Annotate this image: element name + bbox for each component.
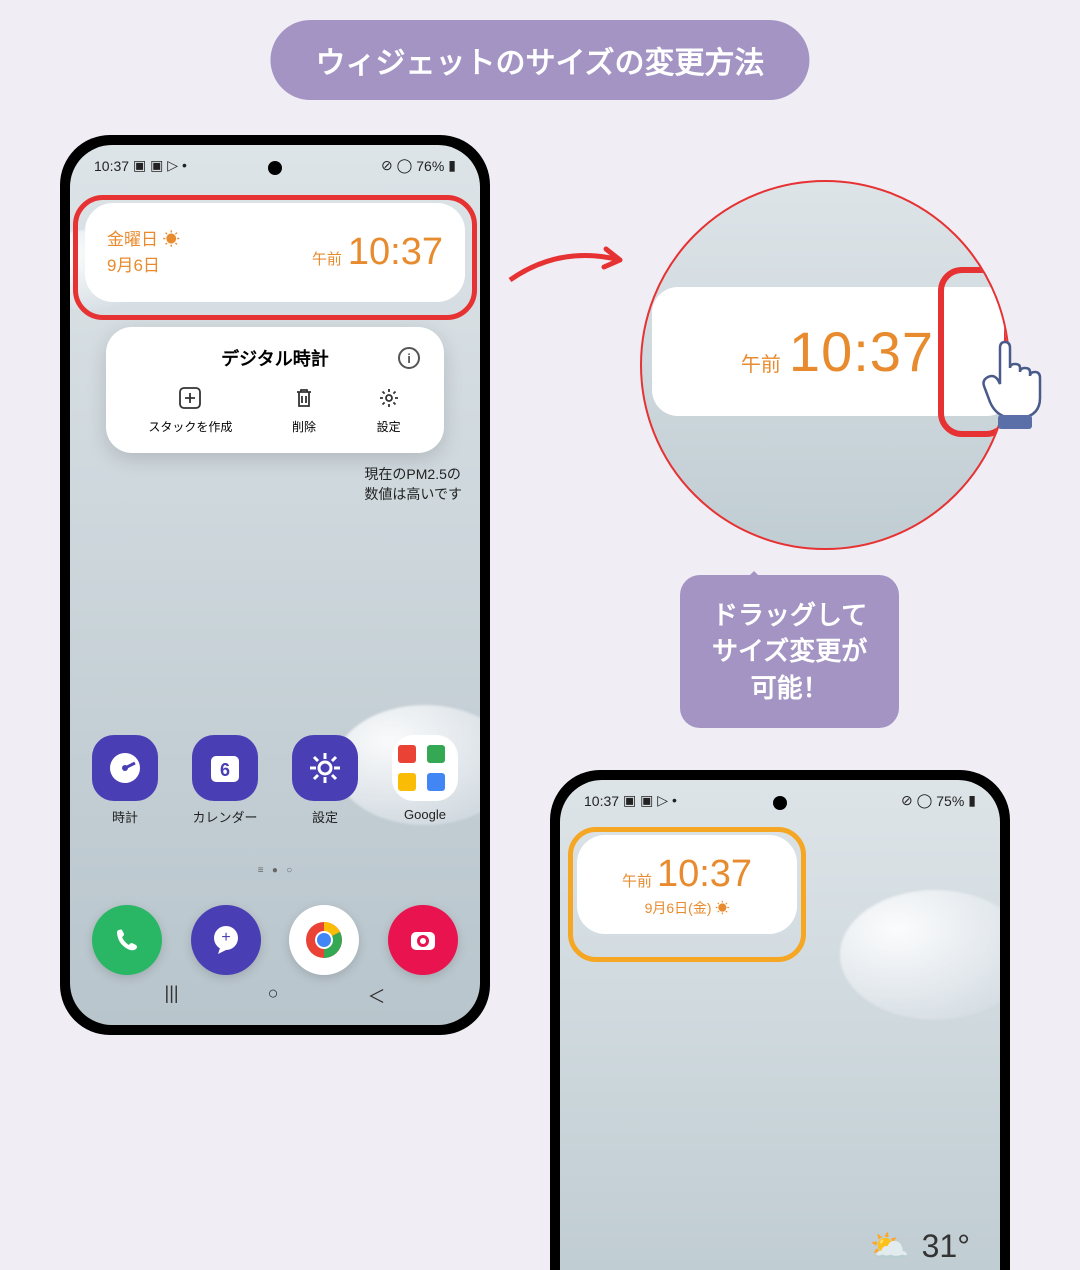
widget-context-menu: デジタル時計 i スタックを作成 削除 [106, 327, 444, 453]
calendar-icon: 6 [192, 735, 258, 801]
back-button[interactable]: ＜ [367, 983, 385, 1009]
battery-icon: ▮ [968, 792, 976, 809]
info-icon[interactable]: i [398, 347, 420, 369]
svg-text:6: 6 [220, 760, 230, 780]
create-stack-button[interactable]: スタックを作成 [148, 385, 232, 435]
dock: + [92, 905, 458, 975]
wifi-icon: ⊘ ◯ [381, 157, 412, 174]
cloud-decoration [840, 890, 1000, 1020]
widget-time: 午前 10:37 [312, 231, 443, 274]
popup-title: デジタル時計 [221, 345, 329, 371]
temperature: 31° [922, 1228, 970, 1265]
widget-date: 金曜日 ☀ 9月6日 [107, 227, 180, 278]
camera-notch [268, 161, 282, 175]
google-folder[interactable]: Google [392, 735, 458, 826]
widget-ampm: 午前 [622, 870, 652, 891]
home-button[interactable]: ○ [268, 983, 279, 1009]
phone-2-screen[interactable]: 10:37 ▣ ▣ ▷ • ⊘ ◯ 75% ▮ 午前 10:37 9月6日(金)… [560, 780, 1000, 1270]
messages-app[interactable]: + [191, 905, 261, 975]
clock-icon [92, 735, 158, 801]
status-icons: ▣ ▣ ▷ • [133, 157, 187, 174]
weather-widget[interactable]: ⛅ 31° [870, 1227, 970, 1265]
weather-icon: ⛅ [870, 1227, 910, 1265]
delete-button[interactable]: 削除 [291, 385, 317, 435]
google-folder-icon [392, 735, 458, 801]
nav-bar: ||| ○ ＜ [70, 975, 480, 1017]
status-time: 10:37 [94, 158, 129, 174]
trash-icon [291, 385, 317, 411]
status-time: 10:37 [584, 793, 619, 809]
pointer-hand-icon [970, 330, 1060, 430]
calendar-app[interactable]: 6 カレンダー [192, 735, 258, 826]
instruction-bubble: ドラッグして サイズ変更が 可能！ [680, 575, 899, 728]
battery-text: 75% [936, 793, 964, 809]
camera-notch [773, 796, 787, 810]
gear-icon [376, 385, 402, 411]
phone-2-frame: 10:37 ▣ ▣ ▷ • ⊘ ◯ 75% ▮ 午前 10:37 9月6日(金)… [550, 770, 1010, 1270]
app-row: 時計 6 カレンダー 設定 G [92, 735, 458, 826]
gear-icon [292, 735, 358, 801]
phone-app[interactable] [92, 905, 162, 975]
phone-1-frame: 10:37 ▣ ▣ ▷ • ⊘ ◯ 76% ▮ 金曜日 ☀ 9月6日 午前 10… [60, 135, 490, 1035]
chrome-app[interactable] [289, 905, 359, 975]
zoom-circle: 午前 10:37 [640, 180, 1010, 550]
battery-icon: ▮ [448, 157, 456, 174]
page-title: ウィジェットのサイズの変更方法 [270, 20, 809, 100]
widget-date: 9月6日(金) ☀ [587, 898, 787, 918]
clock-widget-resized[interactable]: 午前 10:37 9月6日(金) ☀ [577, 835, 797, 934]
pm25-text: 現在のPM2.5の 数値は高いです [364, 465, 462, 504]
svg-text:+: + [221, 929, 230, 946]
recents-button[interactable]: ||| [165, 983, 179, 1009]
plus-icon [177, 385, 203, 411]
battery-text: 76% [416, 158, 444, 174]
page-indicator[interactable]: ≡ ● ○ [258, 865, 293, 876]
phone-1-screen[interactable]: 10:37 ▣ ▣ ▷ • ⊘ ◯ 76% ▮ 金曜日 ☀ 9月6日 午前 10… [70, 145, 480, 1025]
clock-app[interactable]: 時計 [92, 735, 158, 826]
status-icons: ▣ ▣ ▷ • [623, 792, 677, 809]
settings-button[interactable]: 設定 [376, 385, 402, 435]
arrow-icon [500, 235, 640, 305]
camera-app[interactable] [388, 905, 458, 975]
wifi-icon: ⊘ ◯ [901, 792, 932, 809]
widget-time: 10:37 [657, 853, 752, 896]
settings-app[interactable]: 設定 [292, 735, 358, 826]
clock-widget[interactable]: 金曜日 ☀ 9月6日 午前 10:37 [85, 203, 465, 302]
